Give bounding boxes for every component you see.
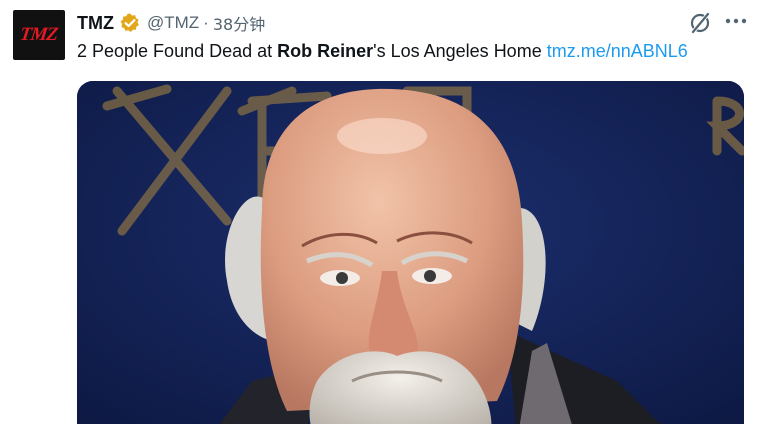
photo-illustration xyxy=(77,81,744,424)
account-name[interactable]: TMZ xyxy=(77,13,114,34)
tweet-header: TMZ @TMZ · 38分钟 xyxy=(77,10,265,36)
grok-icon[interactable] xyxy=(686,10,714,36)
verified-badge-icon xyxy=(119,12,141,34)
tweet[interactable]: TMZ TMZ @TMZ · 38分钟 2 People Found Dead … xyxy=(0,0,775,424)
tweet-text-prefix: 2 People Found Dead at xyxy=(77,41,278,61)
avatar[interactable]: TMZ xyxy=(13,10,65,60)
separator-dot: · xyxy=(203,13,209,32)
tweet-text: 2 People Found Dead at Rob Reiner's Los … xyxy=(77,40,688,62)
post-time[interactable]: 38分钟 xyxy=(213,11,265,35)
tweet-link[interactable]: tmz.me/nnABNL6 xyxy=(547,41,688,61)
more-options-icon[interactable] xyxy=(723,8,749,34)
account-handle[interactable]: @TMZ xyxy=(147,13,199,33)
tweet-photo[interactable] xyxy=(77,81,744,424)
tweet-text-bold-name: Rob Reiner xyxy=(277,41,374,61)
tweet-text-suffix: 's Los Angeles Home xyxy=(373,41,547,61)
tmz-logo: TMZ xyxy=(19,24,60,45)
